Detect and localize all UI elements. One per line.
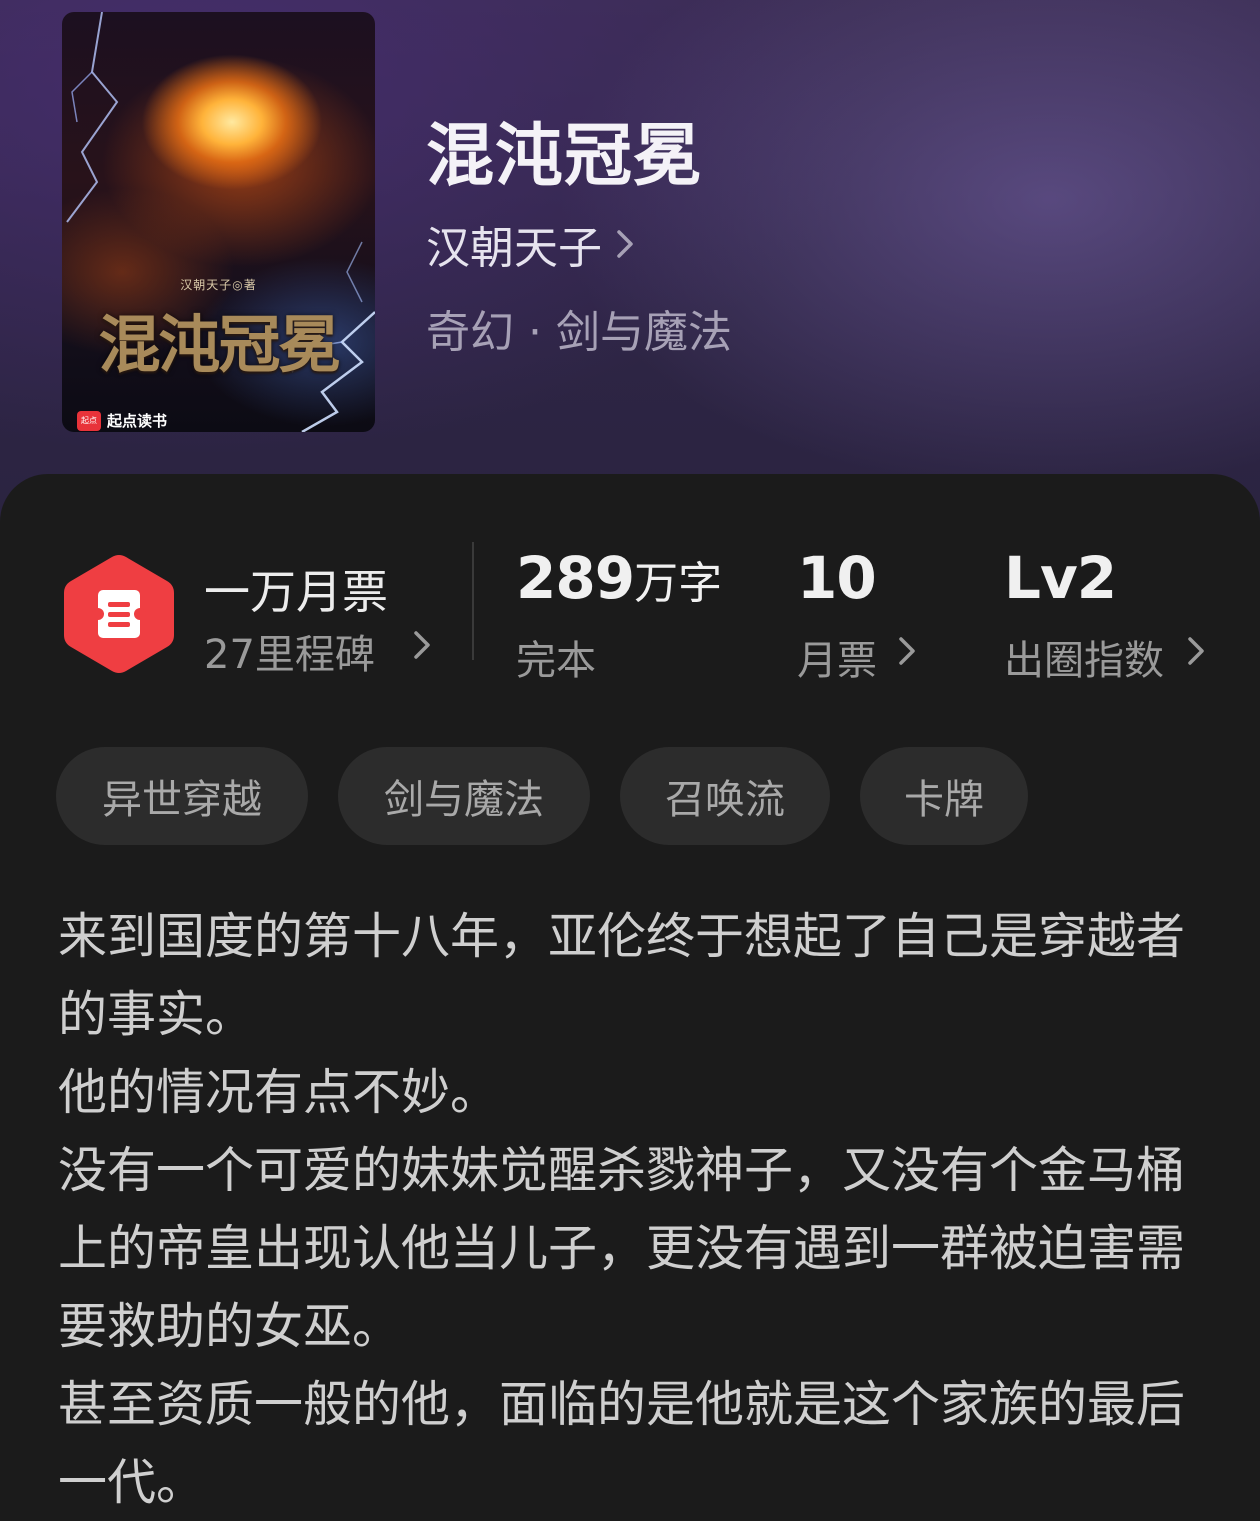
word-count-unit: 万字 [634, 558, 723, 609]
synopsis-paragraph: 没有一个可爱的妹妹觉醒杀戮神子，又没有个金马桶上的帝皇出现认他当儿子，更没有遇到… [58, 1142, 1186, 1355]
status-label: 完本 [516, 638, 596, 684]
cover-brand-text: 起点读书 [107, 412, 168, 430]
synopsis-paragraph: 甚至资质一般的他，面临的是他就是这个家族的最后一代。 [58, 1376, 1186, 1511]
cover-brand: 起点 起点读书 [77, 410, 167, 431]
word-count: 289万字 [516, 544, 722, 612]
ticket-icon[interactable] [60, 552, 178, 676]
tag-chip[interactable]: 卡牌 [860, 747, 1028, 845]
chevron-right-icon[interactable] [897, 636, 917, 666]
synopsis-paragraph: 来到国度的第十八年，亚伦终于想起了自己是穿越者的事实。 [58, 908, 1186, 1043]
book-title: 混沌冠冕 [426, 116, 703, 196]
author-link[interactable]: 汉朝天子 [426, 212, 634, 276]
book-cover[interactable]: 汉朝天子◎著 混沌冠冕 起点 起点读书 [62, 12, 375, 432]
cover-title: 混沌冠冕 [98, 308, 340, 381]
chevron-right-icon[interactable] [412, 630, 432, 660]
word-count-value: 289 [516, 544, 635, 612]
tag-list: 异世穿越 剑与魔法 召唤流 卡牌 [56, 747, 1028, 845]
stats-divider [472, 542, 474, 660]
chevron-right-icon [617, 230, 633, 258]
milestone-title[interactable]: 一万月票 [204, 556, 388, 622]
tag-chip[interactable]: 召唤流 [620, 747, 830, 845]
synopsis[interactable]: 来到国度的第十八年，亚伦终于想起了自己是穿越者的事实。 他的情况有点不妙。 没有… [58, 898, 1188, 1521]
level-label[interactable]: 出圈指数 [1004, 628, 1164, 686]
chevron-right-icon[interactable] [1186, 636, 1206, 666]
tag-chip[interactable]: 剑与魔法 [338, 747, 590, 845]
level-value[interactable]: Lv2 [1004, 544, 1117, 612]
genre-label: 奇幻 · 剑与魔法 [426, 307, 732, 358]
cover-author: 汉朝天子◎著 [180, 278, 257, 292]
synopsis-paragraph: 他的情况有点不妙。 [58, 1064, 500, 1121]
milestone-subtitle[interactable]: 27里程碑 [204, 622, 375, 680]
author-name: 汉朝天子 [426, 223, 602, 274]
qidian-logo-icon: 起点 [77, 410, 101, 431]
monthly-tickets-label[interactable]: 月票 [797, 628, 877, 686]
monthly-tickets-value[interactable]: 10 [797, 544, 877, 612]
tag-chip[interactable]: 异世穿越 [56, 747, 308, 845]
